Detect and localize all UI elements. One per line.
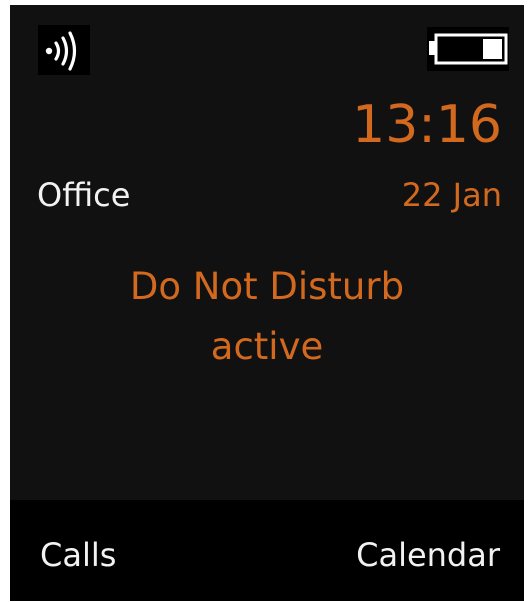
wireless-signal-icon <box>38 25 90 75</box>
calendar-softkey[interactable]: Calendar <box>356 535 500 575</box>
clock-time: 13:16 <box>352 95 502 155</box>
battery-icon <box>427 27 509 71</box>
calls-softkey[interactable]: Calls <box>40 535 116 575</box>
phone-screen: 13:16 22 Jan Office Do Not Disturb activ… <box>10 5 524 601</box>
clock-date: 22 Jan <box>401 176 502 214</box>
dnd-status-line2: active <box>210 325 324 368</box>
line-name: Office <box>37 176 131 214</box>
dnd-status-line1: Do Not Disturb <box>129 265 405 308</box>
